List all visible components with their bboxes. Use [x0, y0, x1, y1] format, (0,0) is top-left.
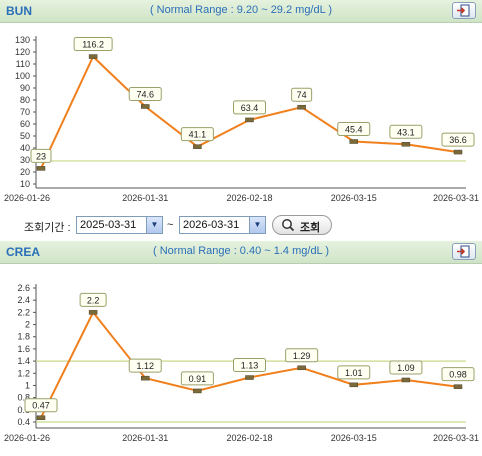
- to-date-value: 2026-03-31: [183, 219, 240, 231]
- bun-data-label: 43.1: [397, 127, 415, 137]
- bun-data-label: 36.6: [449, 135, 467, 145]
- bun-y-tick-label: 120: [15, 47, 30, 57]
- bun-data-point: [193, 144, 202, 149]
- bun-x-tick-label: 2026-01-31: [122, 193, 168, 203]
- crea-data-label: 0.98: [449, 370, 467, 380]
- bun-y-tick-label: 10: [20, 179, 30, 189]
- from-date-value: 2025-03-31: [80, 219, 137, 231]
- crea-data-label: 1.29: [293, 351, 311, 361]
- crea-y-tick-label: 2.4: [17, 295, 30, 305]
- crea-data-point: [88, 310, 98, 315]
- crea-x-tick-label: 2026-01-26: [4, 433, 50, 443]
- bun-x-tick-label: 2026-03-15: [331, 193, 377, 203]
- bun-data-point: [349, 139, 358, 144]
- bun-y-tick-label: 40: [20, 143, 30, 153]
- export-icon: [457, 245, 470, 258]
- bun-y-tick-label: 20: [20, 167, 30, 177]
- period-label: 조회기간 :: [24, 222, 71, 234]
- crea-data-point: [193, 388, 202, 394]
- bun-y-tick-label: 90: [20, 83, 30, 93]
- bun-data-point: [297, 104, 306, 110]
- crea-data-point: [245, 375, 254, 380]
- bun-y-tick-label: 30: [20, 155, 30, 165]
- crea-y-tick-label: 2.2: [17, 307, 30, 317]
- crea-data-label: 1.12: [136, 361, 154, 371]
- crea-x-tick-label: 2026-01-31: [122, 433, 168, 443]
- crea-y-tick-label: 0.4: [17, 417, 30, 427]
- bun-data-point: [88, 54, 98, 59]
- crea-y-tick-label: 1: [25, 380, 30, 390]
- bun-x-tick-label: 2026-02-18: [226, 193, 272, 203]
- search-bar: 조회기간 : 2025-03-31 ▼ ~ 2026-03-31 ▼ 조회: [0, 210, 482, 241]
- bun-y-tick-label: 130: [15, 35, 30, 45]
- bun-data-point: [453, 149, 463, 155]
- crea-y-tick-label: 2: [25, 320, 30, 330]
- crea-chart-header: CREA ( Normal Range : 0.40 ~ 1.4 mg/dL ): [0, 241, 482, 264]
- crea-data-label: 2.2: [87, 295, 100, 305]
- crea-export-button[interactable]: [452, 243, 476, 260]
- bun-y-tick-label: 80: [20, 95, 30, 105]
- crea-y-tick-label: 2.6: [17, 283, 30, 293]
- crea-data-label: 1.01: [345, 368, 363, 378]
- crea-x-tick-label: 2026-02-18: [226, 433, 272, 443]
- crea-y-tick-label: 1.2: [17, 368, 30, 378]
- crea-data-point: [36, 415, 46, 420]
- crea-chart-svg: 0.40.60.811.21.41.61.822.22.42.62026-01-…: [4, 283, 479, 443]
- bun-data-point: [245, 117, 254, 123]
- crea-y-tick-label: 1.4: [17, 356, 30, 366]
- bun-chart: 10 20 30 40 50 60 70 80 90 100 110 120 130 2026-01-26…: [0, 23, 482, 210]
- bun-data-label: 41.1: [189, 130, 207, 140]
- search-icon: [282, 219, 295, 232]
- crea-normal-range: ( Normal Range : 0.40 ~ 1.4 mg/dL ): [153, 245, 329, 257]
- bun-x-tick-label: 2026-03-31: [433, 193, 479, 203]
- crea-y-tick-label: 1.8: [17, 332, 30, 342]
- crea-x-tick-label: 2026-03-31: [433, 433, 479, 443]
- crea-y-tick-label: 1.6: [17, 344, 30, 354]
- crea-data-point: [297, 365, 306, 371]
- from-date-select[interactable]: 2025-03-31 ▼: [76, 216, 163, 234]
- to-date-select[interactable]: 2026-03-31 ▼: [179, 216, 266, 234]
- bun-data-label: 116.2: [82, 40, 104, 50]
- bun-data-label: 74.6: [136, 89, 154, 99]
- crea-data-label: 0.91: [189, 374, 207, 384]
- crea-x-tick-label: 2026-03-15: [331, 433, 377, 443]
- crea-chart: 0.4 0.6 0.8 1 1.2 1.4 1.6 1.8 2 2.2 2.4 2.6 2026-01-…: [0, 264, 482, 451]
- bun-data-label: 74: [297, 90, 307, 100]
- crea-data-label: 1.09: [397, 363, 415, 373]
- bun-x-tick-label: 2026-01-26: [4, 193, 50, 203]
- bun-data-point: [36, 166, 46, 171]
- export-icon: [457, 4, 470, 17]
- search-button[interactable]: 조회: [272, 215, 332, 235]
- date-separator: ~: [167, 219, 174, 231]
- bun-y-tick-label: 100: [15, 71, 30, 81]
- bun-y-tick-label: 70: [20, 107, 30, 117]
- bun-data-label: 63.4: [241, 103, 259, 113]
- crea-data-point: [453, 384, 463, 389]
- crea-data-label: 0.47: [32, 401, 50, 411]
- bun-normal-range: ( Normal Range : 9.20 ~ 29.2 mg/dL ): [149, 4, 333, 16]
- bun-export-button[interactable]: [452, 2, 476, 19]
- chevron-down-icon: ▼: [146, 217, 162, 233]
- crea-data-point: [141, 375, 150, 381]
- search-button-label: 조회: [300, 222, 321, 234]
- crea-data-point: [349, 382, 358, 388]
- crea-data-point: [401, 377, 411, 383]
- bun-data-label: 45.4: [345, 125, 363, 135]
- bun-data-point: [401, 142, 411, 147]
- bun-y-tick-label: 50: [20, 131, 30, 141]
- crea-data-label: 1.13: [241, 361, 259, 371]
- bun-data-point: [141, 104, 150, 109]
- bun-y-tick-label: 110: [16, 59, 30, 69]
- bun-chart-header: BUN ( Normal Range : 9.20 ~ 29.2 mg/dL ): [0, 0, 482, 23]
- chevron-down-icon: ▼: [249, 217, 265, 233]
- bun-chart-svg: 10 20 30 40 50 60 70 80 90 100 110 120 130 2026-01-26…: [4, 35, 479, 203]
- bun-y-tick-label: 60: [20, 119, 30, 129]
- bun-data-label: 23: [36, 151, 46, 161]
